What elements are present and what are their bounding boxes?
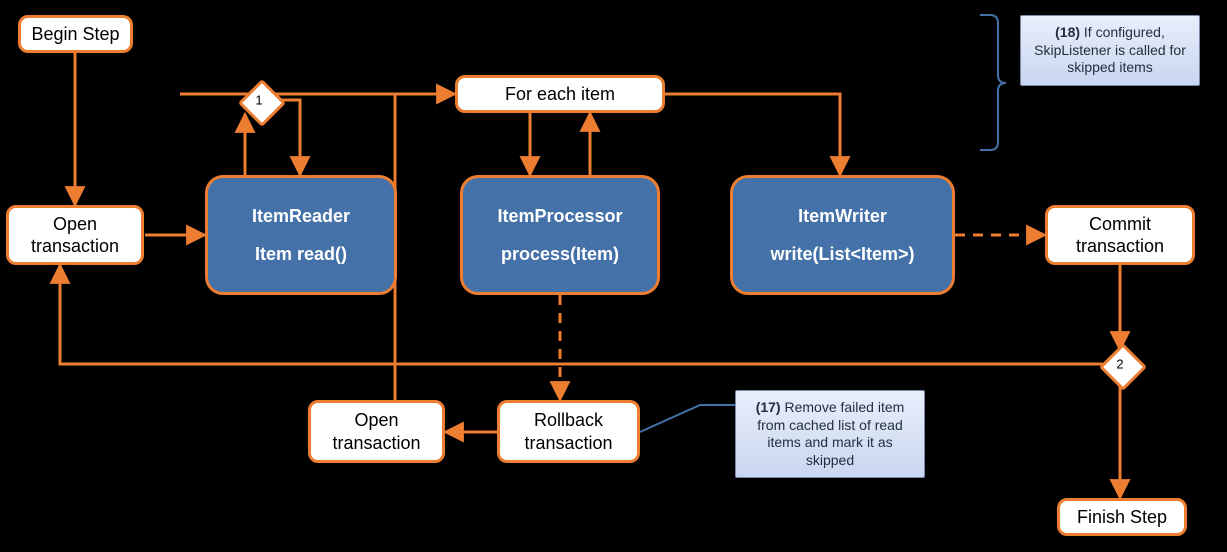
rollback-transaction-label-2: transaction bbox=[524, 432, 612, 455]
finish-step-label: Finish Step bbox=[1077, 506, 1167, 529]
for-each-item-label: For each item bbox=[505, 83, 615, 106]
open-transaction-2-label-1: Open bbox=[354, 409, 398, 432]
open-transaction-2-label-2: transaction bbox=[332, 432, 420, 455]
open-transaction-label-2: transaction bbox=[31, 235, 119, 258]
rollback-transaction-label-1: Rollback bbox=[534, 409, 603, 432]
note-17: (17) Remove failed item from cached list… bbox=[735, 390, 925, 478]
rollback-transaction-node: Rollback transaction bbox=[497, 400, 640, 463]
commit-transaction-label-1: Commit bbox=[1089, 213, 1151, 236]
open-transaction-node: Open transaction bbox=[6, 205, 144, 265]
item-processor-method: process(Item) bbox=[501, 243, 619, 266]
open-transaction-label-1: Open bbox=[53, 213, 97, 236]
commit-transaction-node: Commit transaction bbox=[1045, 205, 1195, 265]
begin-step-node: Begin Step bbox=[18, 15, 133, 53]
item-reader-title: ItemReader bbox=[252, 205, 350, 228]
finish-step-node: Finish Step bbox=[1057, 498, 1187, 536]
item-reader-node: ItemReader Item read() bbox=[205, 175, 397, 295]
item-processor-node: ItemProcessor process(Item) bbox=[460, 175, 660, 295]
note-18: (18) If configured, SkipListener is call… bbox=[1020, 15, 1200, 86]
item-writer-title: ItemWriter bbox=[798, 205, 887, 228]
item-writer-method: write(List<Item>) bbox=[770, 243, 914, 266]
item-reader-method: Item read() bbox=[255, 243, 347, 266]
decision-2-label: 2 bbox=[1116, 357, 1123, 372]
note-17-bold: (17) bbox=[756, 399, 781, 415]
note-18-bold: (18) bbox=[1055, 24, 1080, 40]
decision-2: 2 bbox=[1106, 350, 1134, 378]
item-writer-node: ItemWriter write(List<Item>) bbox=[730, 175, 955, 295]
item-processor-title: ItemProcessor bbox=[497, 205, 622, 228]
decision-1: 1 bbox=[245, 86, 273, 114]
decision-1-label: 1 bbox=[255, 93, 262, 108]
commit-transaction-label-2: transaction bbox=[1076, 235, 1164, 258]
begin-step-label: Begin Step bbox=[31, 23, 119, 46]
for-each-item-node: For each item bbox=[455, 75, 665, 113]
open-transaction-2-node: Open transaction bbox=[308, 400, 445, 463]
